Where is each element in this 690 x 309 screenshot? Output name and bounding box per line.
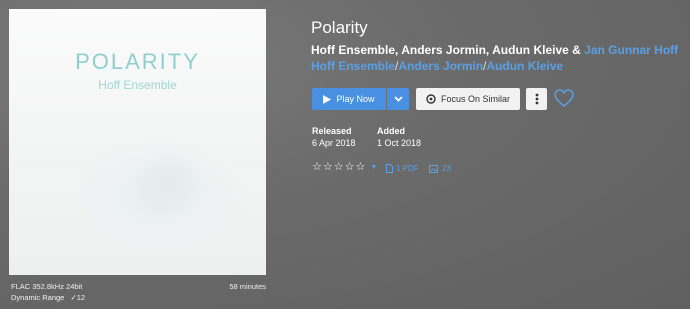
rating-dropdown-caret-icon[interactable]: ▼ xyxy=(370,162,377,173)
cover-iceberg-core xyxy=(129,149,209,219)
artists-plain: Hoff Ensemble, Anders Jormin, Audun Klei… xyxy=(311,43,585,57)
released-label: Released xyxy=(312,126,352,136)
similar-icon xyxy=(426,94,436,104)
added-date: 1 Oct 2018 xyxy=(377,138,422,148)
play-now-label: Play Now xyxy=(336,94,375,104)
images-link[interactable]: 23 xyxy=(429,164,451,173)
artist-link-anders-jormin[interactable]: Anders Jormin xyxy=(398,59,483,73)
star-icon[interactable]: ☆ xyxy=(345,162,355,173)
document-icon xyxy=(386,164,393,173)
album-duration: 58 minutes xyxy=(229,282,266,291)
album-cover[interactable]: POLARITY Hoff Ensemble xyxy=(9,9,266,275)
artist-list: Hoff Ensemble, Anders Jormin, Audun Klei… xyxy=(311,42,686,74)
heart-icon xyxy=(554,89,574,107)
released-date: 6 Apr 2018 xyxy=(312,138,356,148)
album-title: Polarity xyxy=(311,18,368,37)
pdf-count-label: 1 PDF xyxy=(396,164,419,173)
cover-subtitle: Hoff Ensemble xyxy=(98,78,177,92)
star-icon[interactable]: ☆ xyxy=(312,162,322,173)
pdf-link[interactable]: 1 PDF xyxy=(386,164,419,173)
dynamic-range-label: Dynamic Range xyxy=(11,293,65,302)
artist-link-hoff-ensemble[interactable]: Hoff Ensemble xyxy=(311,59,395,73)
dynamic-range-value: 12 xyxy=(76,293,86,302)
favorite-button[interactable] xyxy=(554,89,574,113)
chevron-down-icon xyxy=(393,96,403,102)
format-quality: FLAC 352.8kHz 24bit xyxy=(11,282,83,291)
more-options-button[interactable] xyxy=(526,88,547,110)
star-icon[interactable]: ☆ xyxy=(323,162,333,173)
more-vertical-icon xyxy=(535,93,538,105)
rating-stars[interactable]: ☆ ☆ ☆ ☆ ☆ ▼ xyxy=(312,162,377,173)
artist-link-audun-kleive[interactable]: Audun Kleive xyxy=(486,59,563,73)
images-count: 23 xyxy=(442,164,451,173)
play-icon xyxy=(323,94,332,104)
images-icon xyxy=(429,165,438,173)
play-options-dropdown[interactable] xyxy=(387,88,409,110)
focus-on-similar-button[interactable]: Focus On Similar xyxy=(416,88,520,110)
play-now-button[interactable]: Play Now xyxy=(312,88,386,110)
added-label: Added xyxy=(377,126,405,136)
cover-title: POLARITY xyxy=(75,49,200,74)
star-icon[interactable]: ☆ xyxy=(334,162,344,173)
artist-link-jan-gunnar-hoff[interactable]: Jan Gunnar Hoff xyxy=(584,43,678,57)
star-icon[interactable]: ☆ xyxy=(356,162,366,173)
focus-on-similar-label: Focus On Similar xyxy=(440,94,511,104)
dynamic-range: Dynamic Range ✓12 xyxy=(11,293,85,302)
